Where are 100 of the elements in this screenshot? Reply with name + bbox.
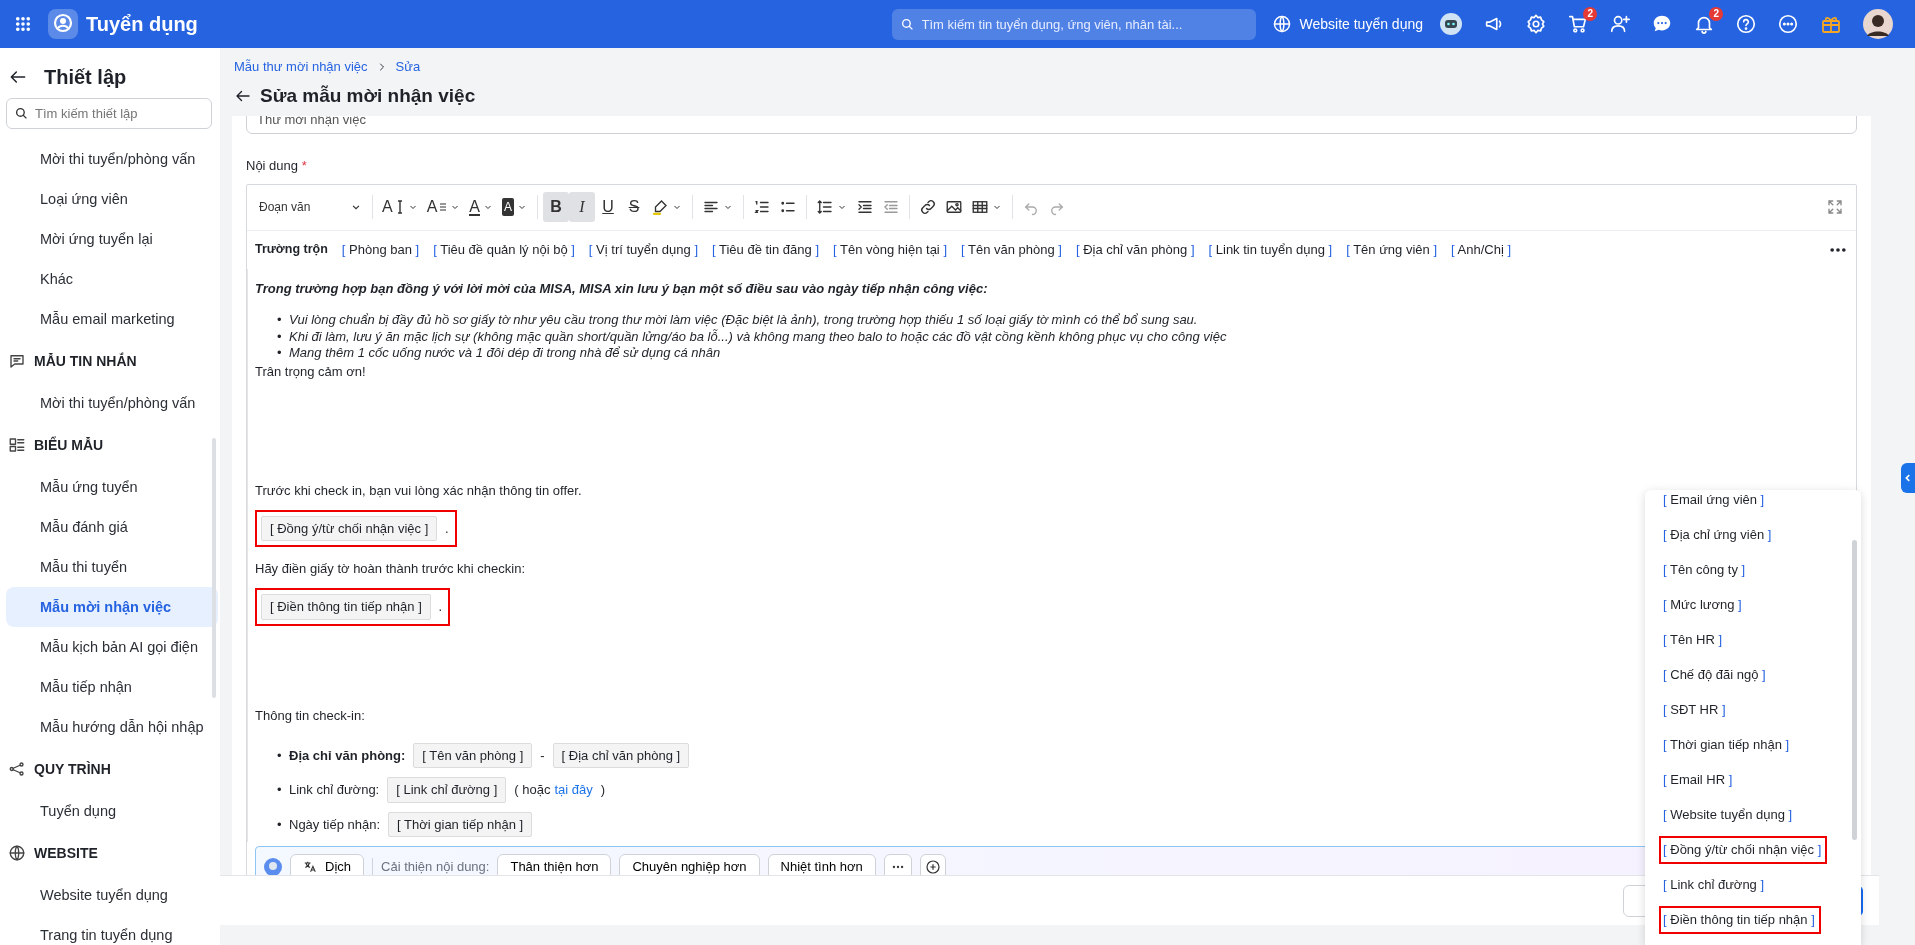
field-label: Nội dung [246,158,299,173]
italic-button[interactable]: I [569,192,596,222]
robot-avatar-icon[interactable] [1439,12,1463,36]
strike-button[interactable]: S [621,192,648,222]
merge-field[interactable]: [ Tiêu đề quản lý nội bộ ] [433,239,575,260]
paragraph: Hãy điền giấy tờ hoàn thành trước khi checkin: [255,560,525,578]
sidebar-item[interactable]: Mời thi tuyển/phòng vấn [6,139,218,179]
menu-item[interactable]: [ Đồng ý/từ chối nhận việc ] [1659,836,1828,864]
lines-icon [439,203,448,211]
merge-field[interactable]: [ Vị trí tuyển dụng ] [588,239,698,260]
add-button[interactable] [919,853,946,875]
website-link[interactable]: Website tuyển dụng [1299,13,1423,35]
required-mark: * [301,158,307,173]
apps-icon[interactable] [14,15,32,33]
menu-item[interactable]: [ Điền thông tin tiếp nhận ] [1659,906,1821,934]
add-user-icon[interactable] [1609,13,1631,35]
merge-field[interactable]: [ Địa chỉ văn phòng ] [1076,239,1195,260]
improve-label: Cải thiện nội dung: [381,857,490,875]
cart-icon[interactable] [1567,13,1589,35]
merge-field[interactable]: [ Tên văn phòng ] [961,239,1062,260]
text-style-button[interactable]: A [422,192,466,222]
menu-item[interactable]: [ SĐT HR ] [1659,696,1732,724]
scrollbar[interactable] [1852,540,1857,840]
merge-token[interactable]: [ Đồng ý/từ chối nhận việc ] [261,515,438,541]
suggestion-chip[interactable]: Thân thiện hơn [497,853,612,875]
translate-button[interactable]: Dịch [290,853,364,875]
chevron-left-icon [1903,473,1913,483]
section-heading: QUY TRÌNH [34,759,111,779]
indent-icon [856,198,875,216]
merge-token[interactable]: [ Điền thông tin tiếp nhận ] [261,594,431,620]
font-size-button[interactable]: A [378,192,423,222]
background-color-button[interactable]: A [498,192,533,222]
breadcrumb-link[interactable]: Sửa [395,57,421,77]
sidebar-item[interactable]: Loại ứng viên [6,179,218,219]
merge-field[interactable]: [ Tiêu đề tin đăng ] [712,239,819,260]
sidebar-item[interactable]: Mẫu email marketing [6,299,218,339]
workflow-icon [8,760,26,778]
menu-item[interactable]: [ Tên công ty ] [1659,556,1752,584]
notification-badge: 2 [1583,7,1597,21]
menu-item[interactable]: [ Link chỉ đường ] [1659,871,1771,899]
merge-token[interactable]: [ Link chỉ đường ] [387,777,507,803]
sidebar-item[interactable]: Trang tin tuyển dụng [6,915,218,945]
help-icon[interactable] [1735,13,1757,35]
sidebar-item[interactable]: Mẫu đánh giá [6,507,218,547]
suggestion-chip[interactable]: Nhiệt tình hơn [767,853,876,875]
format-dropdown[interactable]: Đoạn văn [255,192,367,222]
bullet: • [277,746,283,765]
table-icon [971,198,990,216]
menu-item[interactable]: [ Tên HR ] [1659,626,1729,654]
text-color-button[interactable]: A [465,192,498,222]
section-heading: WEBSITE [34,843,98,863]
menu-item[interactable]: [ Mức lương ] [1659,591,1748,619]
merge-field[interactable]: [ Tên ứng viên ] [1346,239,1437,260]
collapse-button[interactable] [1901,463,1915,493]
text: ) [600,781,606,799]
menu-item[interactable]: [ Email ứng viên ] [1659,490,1771,514]
sidebar-item[interactable]: Mời thi tuyển/phòng vấn [6,383,218,423]
sidebar-item[interactable]: Mời ứng tuyển lại [6,219,218,259]
message-icon [8,352,26,370]
fullscreen-icon [1826,198,1844,216]
outdent-icon [882,198,901,216]
sidebar-item[interactable]: Website tuyển dụng [6,875,218,915]
search-field[interactable]: Tìm kiếm thiết lập [6,98,212,129]
sidebar-item[interactable]: Khác [6,259,218,299]
numbered-list-icon [753,198,772,216]
sidebar-item[interactable]: Mẫu thi tuyển [6,547,218,587]
sidebar-item[interactable]: Mẫu kịch bản AI gọi điện [6,627,218,667]
sidebar-item[interactable]: Mẫu tiếp nhận [6,667,218,707]
underline-button[interactable]: U [595,192,622,222]
merge-token[interactable]: [ Thời gian tiếp nhận ] [388,811,533,837]
merge-token[interactable]: [ Địa chỉ văn phòng ] [552,742,690,768]
app-title: Tuyển dụng [86,12,198,37]
paragraph: Trong trường hợp bạn đồng ý với lời mời của MISA, MISA xin lưu ý bạn một số điều sau vào ngày tiếp nhận công việc: [255,279,988,298]
merge-field[interactable]: [ Phòng ban ] [341,239,420,260]
list-item: Vui lòng chuẩn bị đầy đủ hồ sơ giấy tờ như yêu cầu trong thư mời làm việc (Đặc biệt là ảnh), trong trường hợp thiếu 1 số loại giấy tờ mình có thể bổ sung sau. [289,312,1198,327]
sidebar-item[interactable]: Mẫu mời nhận việc [6,587,218,627]
link[interactable]: tại đây [554,780,593,800]
menu-item[interactable]: [ Chế độ đãi ngộ ] [1659,661,1772,689]
bullet: • [277,345,283,362]
menu-item[interactable]: [ Email HR ] [1659,766,1739,794]
sidebar-item[interactable]: Tuyển dụng [6,791,218,831]
menu-item[interactable]: [ Địa chỉ ứng viên ] [1659,521,1778,549]
suggestion-chip[interactable]: Chuyên nghiệp hơn [619,853,760,875]
merge-field[interactable]: [ Link tin tuyển dụng ] [1208,239,1333,260]
breadcrumb-link[interactable]: Mẫu thư mời nhận việc [234,57,368,77]
merge-field[interactable]: [ Tên vòng hiện tại ] [833,239,947,260]
paragraph: Thông tin check-in: [255,706,365,725]
field-label: Link chỉ đường: [289,781,380,799]
bullet: • [277,312,283,329]
settings-icon[interactable] [1525,13,1547,35]
sidebar-item[interactable]: Mẫu ứng tuyển [6,467,218,507]
sidebar-item[interactable]: Mẫu hướng dẫn hội nhập [6,707,218,747]
merge-token[interactable]: [ Tên văn phòng ] [413,742,533,768]
menu-item[interactable]: [ Website tuyển dụng ] [1659,801,1799,829]
scrollbar[interactable] [212,438,216,698]
menu-item[interactable]: [ Thời gian tiếp nhận ] [1659,731,1796,759]
merge-field[interactable]: [ Anh/Chị ] [1451,239,1512,260]
translate-icon [303,859,317,874]
bold-button[interactable]: B [543,192,570,222]
user-avatar[interactable] [1863,9,1893,39]
